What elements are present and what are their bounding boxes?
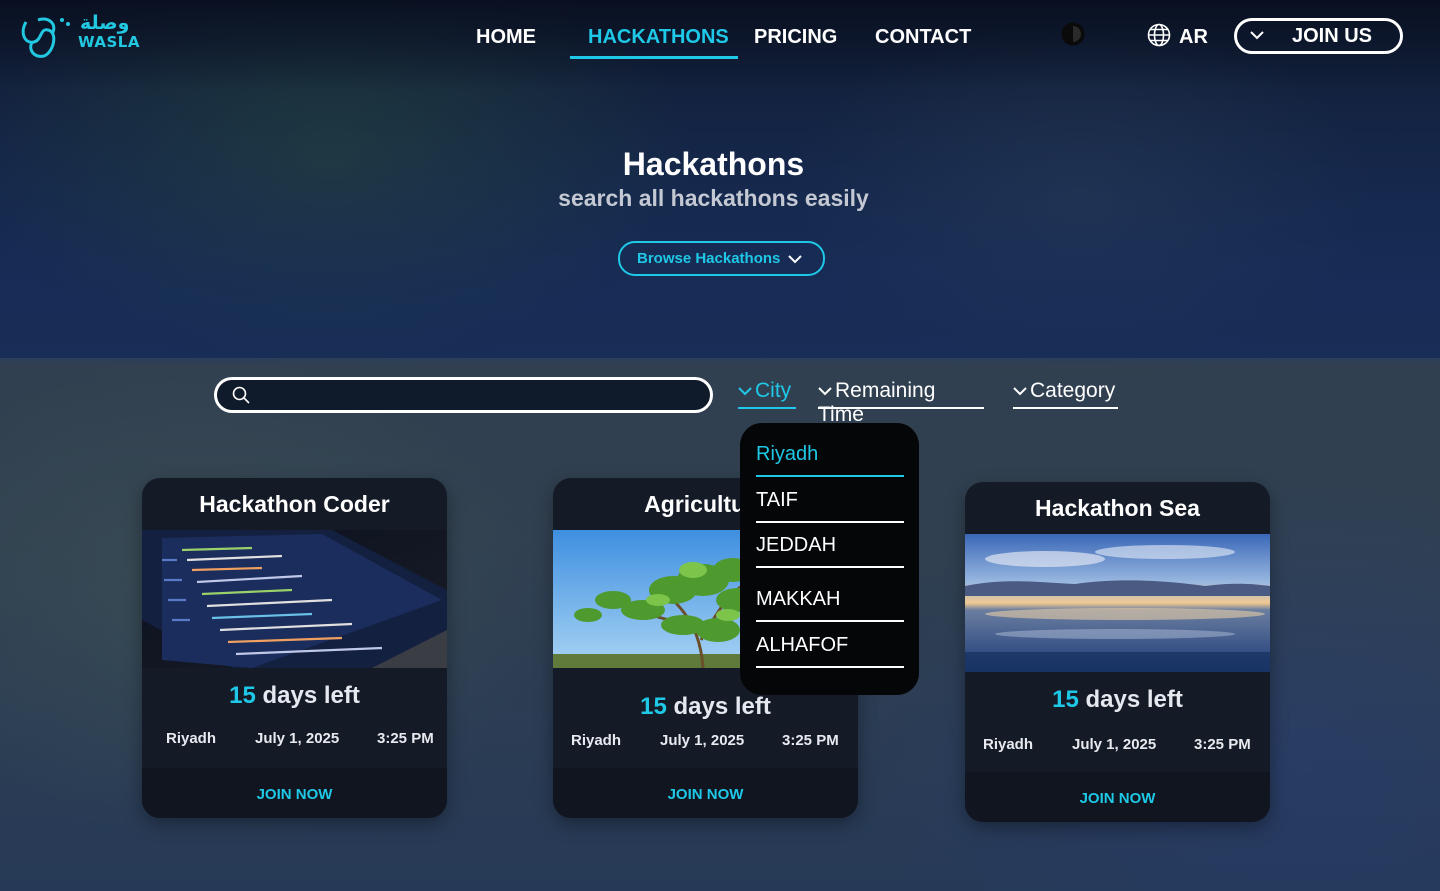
page-subtitle: search all hackathons easily bbox=[558, 185, 869, 211]
days-left-number: 15 bbox=[229, 682, 256, 709]
card-time: 3:25 PM bbox=[377, 730, 434, 747]
chevron-down-icon bbox=[1013, 387, 1027, 396]
days-left-text: days left bbox=[1085, 686, 1183, 713]
join-us-label: JOIN US bbox=[1292, 25, 1373, 47]
language-toggle[interactable]: AR bbox=[1179, 26, 1208, 49]
days-left-number: 15 bbox=[1052, 686, 1079, 713]
nav-pricing[interactable]: PRICING bbox=[754, 26, 837, 49]
join-us-button[interactable]: JOIN US bbox=[1234, 18, 1403, 54]
logo-english-text: WASLA bbox=[78, 33, 140, 51]
city-option-riyadh[interactable]: Riyadh bbox=[756, 443, 904, 477]
days-left-text: days left bbox=[262, 682, 360, 709]
card-date: July 1, 2025 bbox=[255, 730, 340, 747]
nav-active-underline bbox=[570, 56, 738, 59]
card-city: Riyadh bbox=[983, 736, 1034, 753]
city-option-taif[interactable]: TAIF bbox=[756, 489, 904, 523]
days-left-number: 15 bbox=[640, 693, 667, 720]
hackathon-card: Hackathon Sea 15 days left Riyadh July 1… bbox=[965, 482, 1270, 822]
days-left: 15 days left bbox=[965, 686, 1270, 714]
card-date: July 1, 2025 bbox=[660, 732, 745, 749]
city-option-jeddah[interactable]: JEDDAH bbox=[756, 534, 904, 568]
contrast-icon[interactable] bbox=[1061, 22, 1085, 46]
days-left: 15 days left bbox=[553, 693, 858, 721]
chevron-down-icon bbox=[788, 255, 802, 264]
chevron-down-icon bbox=[818, 387, 832, 396]
card-date: July 1, 2025 bbox=[1072, 736, 1157, 753]
nav-home[interactable]: HOME bbox=[476, 26, 536, 49]
card-city: Riyadh bbox=[571, 732, 622, 749]
chevron-down-icon bbox=[738, 387, 752, 396]
filter-category-label: Category bbox=[1030, 379, 1116, 402]
globe-icon[interactable] bbox=[1147, 23, 1171, 47]
nav-contact[interactable]: CONTACT bbox=[875, 26, 971, 49]
filter-city[interactable]: City bbox=[738, 379, 796, 409]
hackathon-card: Hackathon Coder 15 days left Riyadh July… bbox=[142, 478, 447, 818]
page-title: Hackathons bbox=[622, 146, 805, 182]
join-now-button[interactable]: JOIN NOW bbox=[553, 786, 858, 803]
card-footer: JOIN NOW bbox=[965, 772, 1270, 822]
card-title: Hackathon Coder bbox=[199, 491, 390, 517]
logo-arabic-text: وصلة bbox=[80, 12, 130, 34]
card-time: 3:25 PM bbox=[782, 732, 839, 749]
join-now-button[interactable]: JOIN NOW bbox=[142, 786, 447, 803]
hero-backdrop bbox=[0, 90, 1440, 358]
nav-hackathons[interactable]: HACKATHONS bbox=[588, 26, 729, 49]
browse-hackathons-label: Browse Hackathons bbox=[637, 250, 781, 267]
search-icon bbox=[232, 386, 250, 404]
days-left-text: days left bbox=[673, 693, 771, 720]
city-dropdown-menu: Riyadh TAIF JEDDAH MAKKAH ALHAFOF bbox=[740, 423, 919, 695]
browse-hackathons-button[interactable]: Browse Hackathons bbox=[618, 241, 825, 276]
filter-category[interactable]: Category bbox=[1013, 379, 1118, 409]
city-option-makkah[interactable]: MAKKAH bbox=[756, 588, 904, 622]
card-footer: JOIN NOW bbox=[142, 768, 447, 818]
card-footer: JOIN NOW bbox=[553, 768, 858, 818]
card-city: Riyadh bbox=[166, 730, 217, 747]
filter-remaining-time[interactable]: Remaining Time bbox=[818, 379, 984, 426]
card-title: Hackathon Sea bbox=[1035, 495, 1200, 521]
card-image-sea[interactable] bbox=[965, 534, 1270, 672]
days-left: 15 days left bbox=[142, 682, 447, 710]
search-input[interactable] bbox=[214, 377, 713, 413]
card-time: 3:25 PM bbox=[1194, 736, 1251, 753]
chevron-down-icon bbox=[1250, 31, 1264, 40]
card-image-code-laptop[interactable] bbox=[142, 530, 447, 668]
join-now-button[interactable]: JOIN NOW bbox=[965, 790, 1270, 807]
city-option-alhafof[interactable]: ALHAFOF bbox=[756, 634, 904, 668]
filter-city-label: City bbox=[755, 379, 792, 402]
